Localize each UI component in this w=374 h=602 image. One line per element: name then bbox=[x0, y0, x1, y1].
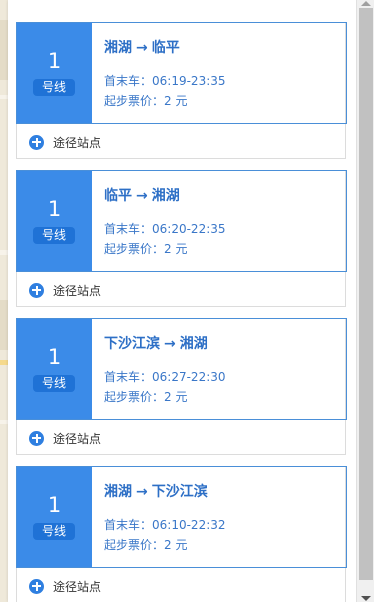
starting-fare: 起步票价：2 元 bbox=[104, 92, 187, 109]
price-label: 起步票价： bbox=[104, 390, 165, 404]
line-number: 1 bbox=[47, 493, 62, 517]
line-card: 1 号线 湘湖 → 临平 首末车：06:19-23:35 起步票价：2 元 途径站点 bbox=[16, 22, 347, 159]
scrollbar-thumb[interactable] bbox=[359, 8, 373, 580]
price-label: 起步票价： bbox=[104, 538, 165, 552]
line-unit-label: 号线 bbox=[33, 375, 75, 392]
starting-fare: 起步票价：2 元 bbox=[104, 536, 187, 553]
first-last-bus: 首末车：06:10-22:32 bbox=[104, 516, 226, 533]
line-number: 1 bbox=[47, 197, 62, 221]
stations-label: 途径站点 bbox=[53, 283, 102, 298]
stations-label: 途径站点 bbox=[53, 135, 102, 150]
stations-toggle[interactable]: 途径站点 bbox=[29, 281, 101, 299]
first-last-label: 首末车： bbox=[104, 74, 153, 88]
first-last-bus: 首末车：06:20-22:35 bbox=[104, 220, 226, 237]
line-number: 1 bbox=[47, 49, 62, 73]
route-to: 湘湖 bbox=[179, 336, 208, 352]
route-title[interactable]: 临平 → 湘湖 bbox=[104, 185, 180, 205]
route-to: 湘湖 bbox=[151, 188, 180, 204]
line-badge: 1 号线 bbox=[17, 171, 92, 271]
route-from: 下沙江滨 bbox=[104, 336, 160, 352]
line-badge: 1 号线 bbox=[17, 467, 92, 567]
first-last-value: 06:10-22:32 bbox=[152, 518, 226, 532]
route-from: 湘湖 bbox=[104, 40, 132, 56]
line-badge: 1 号线 bbox=[17, 23, 92, 123]
line-summary[interactable]: 1 号线 湘湖 → 临平 首末车：06:19-23:35 起步票价：2 元 bbox=[16, 22, 347, 124]
line-card: 1 号线 临平 → 湘湖 首末车：06:20-22:35 起步票价：2 元 途径站点 bbox=[16, 170, 347, 307]
stations-toggle[interactable]: 途径站点 bbox=[29, 577, 101, 595]
line-number: 1 bbox=[47, 345, 62, 369]
plus-circle-icon bbox=[29, 134, 44, 150]
price-label: 起步票价： bbox=[104, 242, 165, 256]
line-card: 1 号线 下沙江滨 → 湘湖 首末车：06:27-22:30 起步票价：2 元 途径… bbox=[16, 318, 347, 455]
route-to: 临平 bbox=[151, 40, 180, 56]
first-last-label: 首末车： bbox=[104, 518, 153, 532]
right-arrow-icon: → bbox=[136, 484, 148, 500]
route-from: 临平 bbox=[104, 188, 132, 204]
stations-toggle[interactable]: 途径站点 bbox=[29, 429, 101, 447]
price-value: 2 元 bbox=[164, 538, 188, 552]
route-to: 下沙江滨 bbox=[151, 484, 208, 500]
first-last-label: 首末车： bbox=[104, 370, 153, 384]
line-summary[interactable]: 1 号线 湘湖 → 下沙江滨 首末车：06:10-22:32 起步票价：2 元 bbox=[16, 466, 347, 568]
line-card: 1 号线 湘湖 → 下沙江滨 首末车：06:10-22:32 起步票价：2 元 途径… bbox=[16, 466, 347, 602]
stations-label: 途径站点 bbox=[53, 579, 102, 594]
route-title[interactable]: 湘湖 → 临平 bbox=[104, 37, 180, 57]
line-unit-label: 号线 bbox=[33, 523, 75, 540]
stations-label: 途径站点 bbox=[53, 431, 102, 446]
starting-fare: 起步票价：2 元 bbox=[104, 388, 187, 405]
scroll-up-icon[interactable] bbox=[361, 1, 371, 6]
line-unit-label: 号线 bbox=[33, 79, 75, 96]
price-value: 2 元 bbox=[164, 242, 188, 256]
scroll-down-icon[interactable] bbox=[361, 596, 371, 601]
line-unit-label: 号线 bbox=[33, 227, 75, 244]
price-label: 起步票价： bbox=[104, 94, 165, 108]
right-arrow-icon: → bbox=[164, 336, 176, 352]
line-summary[interactable]: 1 号线 临平 → 湘湖 首末车：06:20-22:35 起步票价：2 元 bbox=[16, 170, 347, 272]
right-arrow-icon: → bbox=[136, 40, 148, 56]
route-title[interactable]: 下沙江滨 → 湘湖 bbox=[104, 333, 208, 353]
price-value: 2 元 bbox=[164, 94, 188, 108]
plus-circle-icon bbox=[29, 430, 44, 446]
plus-circle-icon bbox=[29, 578, 44, 594]
line-badge: 1 号线 bbox=[17, 319, 92, 419]
metro-line-list-panel[interactable]: 1 号线 湘湖 → 临平 首末车：06:19-23:35 起步票价：2 元 途径站点… bbox=[8, 0, 356, 602]
route-from: 湘湖 bbox=[104, 484, 132, 500]
first-last-value: 06:27-22:30 bbox=[152, 370, 226, 384]
vertical-scrollbar[interactable] bbox=[356, 0, 374, 602]
first-last-value: 06:20-22:35 bbox=[152, 222, 226, 236]
plus-circle-icon bbox=[29, 282, 44, 298]
first-last-label: 首末车： bbox=[104, 222, 153, 236]
route-title[interactable]: 湘湖 → 下沙江滨 bbox=[104, 481, 208, 501]
right-arrow-icon: → bbox=[136, 188, 148, 204]
first-last-value: 06:19-23:35 bbox=[152, 74, 226, 88]
first-last-bus: 首末车：06:19-23:35 bbox=[104, 72, 226, 89]
starting-fare: 起步票价：2 元 bbox=[104, 240, 187, 257]
stations-toggle[interactable]: 途径站点 bbox=[29, 133, 101, 151]
price-value: 2 元 bbox=[164, 390, 188, 404]
line-summary[interactable]: 1 号线 下沙江滨 → 湘湖 首末车：06:27-22:30 起步票价：2 元 bbox=[16, 318, 347, 420]
first-last-bus: 首末车：06:27-22:30 bbox=[104, 368, 226, 385]
